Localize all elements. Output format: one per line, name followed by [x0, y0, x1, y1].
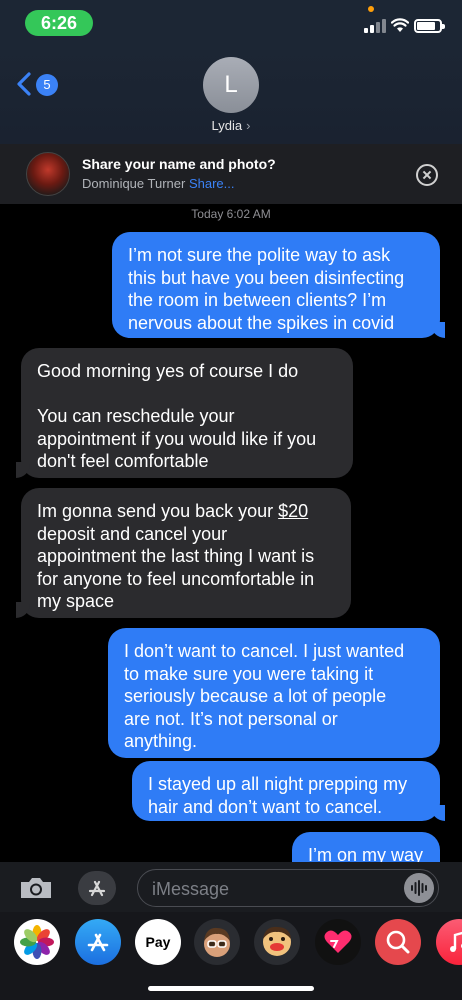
- photos-app-icon[interactable]: [14, 919, 60, 965]
- search-images-icon[interactable]: [375, 919, 421, 965]
- message-text: I’m not sure the polite way to ask this …: [128, 245, 405, 333]
- timestamp-day: Today: [191, 207, 224, 221]
- message-text: I don’t want to cancel. I just wanted to…: [124, 641, 405, 751]
- audio-message-button[interactable]: [404, 873, 434, 903]
- battery-icon: [414, 19, 445, 33]
- back-button[interactable]: 5: [16, 70, 60, 100]
- mic-indicator-dot: [368, 6, 374, 12]
- share-banner-subtitle: Dominique Turner Share...: [82, 176, 234, 191]
- camera-icon[interactable]: [18, 876, 54, 900]
- contact-name[interactable]: Lydia ›: [0, 118, 462, 133]
- share-name-photo-banner: Share your name and photo? Dominique Tur…: [0, 144, 462, 204]
- message-bubble-incoming[interactable]: Good morning yes of course I do You can …: [16, 348, 353, 478]
- digital-touch-icon[interactable]: [315, 919, 361, 965]
- message-text: I stayed up all night prepping my hair a…: [148, 774, 408, 817]
- imessage-app-tray: Pay: [0, 912, 462, 1000]
- waveform-icon: [411, 880, 427, 896]
- memoji-stickers-icon[interactable]: [254, 919, 300, 965]
- chevron-right-icon: ›: [246, 118, 251, 133]
- memoji-icon[interactable]: [194, 919, 240, 965]
- share-banner-name: Dominique Turner: [82, 176, 186, 191]
- wifi-icon: [391, 18, 409, 32]
- share-link[interactable]: Share...: [189, 176, 235, 191]
- apple-pay-icon[interactable]: Pay: [135, 919, 181, 965]
- timestamp-time: 6:02 AM: [226, 207, 271, 221]
- app-store-icon[interactable]: [75, 919, 121, 965]
- chevron-left-icon: [17, 72, 31, 96]
- status-time[interactable]: 6:26: [25, 10, 93, 36]
- message-bubble-outgoing[interactable]: I stayed up all night prepping my hair a…: [132, 761, 445, 821]
- close-icon[interactable]: [416, 164, 438, 186]
- app-store-icon: [88, 880, 106, 897]
- apps-button[interactable]: [78, 871, 116, 905]
- message-input[interactable]: iMessage: [137, 869, 439, 907]
- thread-timestamp: Today 6:02 AM: [0, 207, 462, 221]
- unread-count-badge: 5: [36, 74, 58, 96]
- music-icon[interactable]: [436, 919, 462, 965]
- status-bar: 6:26: [0, 0, 462, 44]
- message-input-placeholder: iMessage: [152, 879, 230, 899]
- conversation-header: 5 L Lydia ›: [0, 44, 462, 144]
- message-bubble-incoming[interactable]: Im gonna send you back your $20 deposit …: [16, 488, 351, 618]
- home-indicator[interactable]: [148, 986, 314, 991]
- message-bubble-outgoing[interactable]: I’m not sure the polite way to ask this …: [112, 232, 445, 338]
- cellular-signal-icon: [364, 19, 386, 33]
- amount-link[interactable]: $20: [278, 501, 308, 521]
- message-text-after: deposit and cancel your appointment the …: [37, 523, 315, 611]
- contact-avatar[interactable]: L: [203, 57, 259, 113]
- message-text-before: Im gonna send you back your: [37, 501, 279, 521]
- message-bubble-outgoing[interactable]: I don’t want to cancel. I just wanted to…: [108, 628, 440, 758]
- profile-photo: [26, 152, 70, 196]
- contact-name-label: Lydia: [211, 118, 243, 133]
- message-text: Good morning yes of course I do You can …: [37, 361, 317, 471]
- message-input-bar: iMessage: [0, 862, 462, 912]
- share-banner-title: Share your name and photo?: [82, 156, 276, 172]
